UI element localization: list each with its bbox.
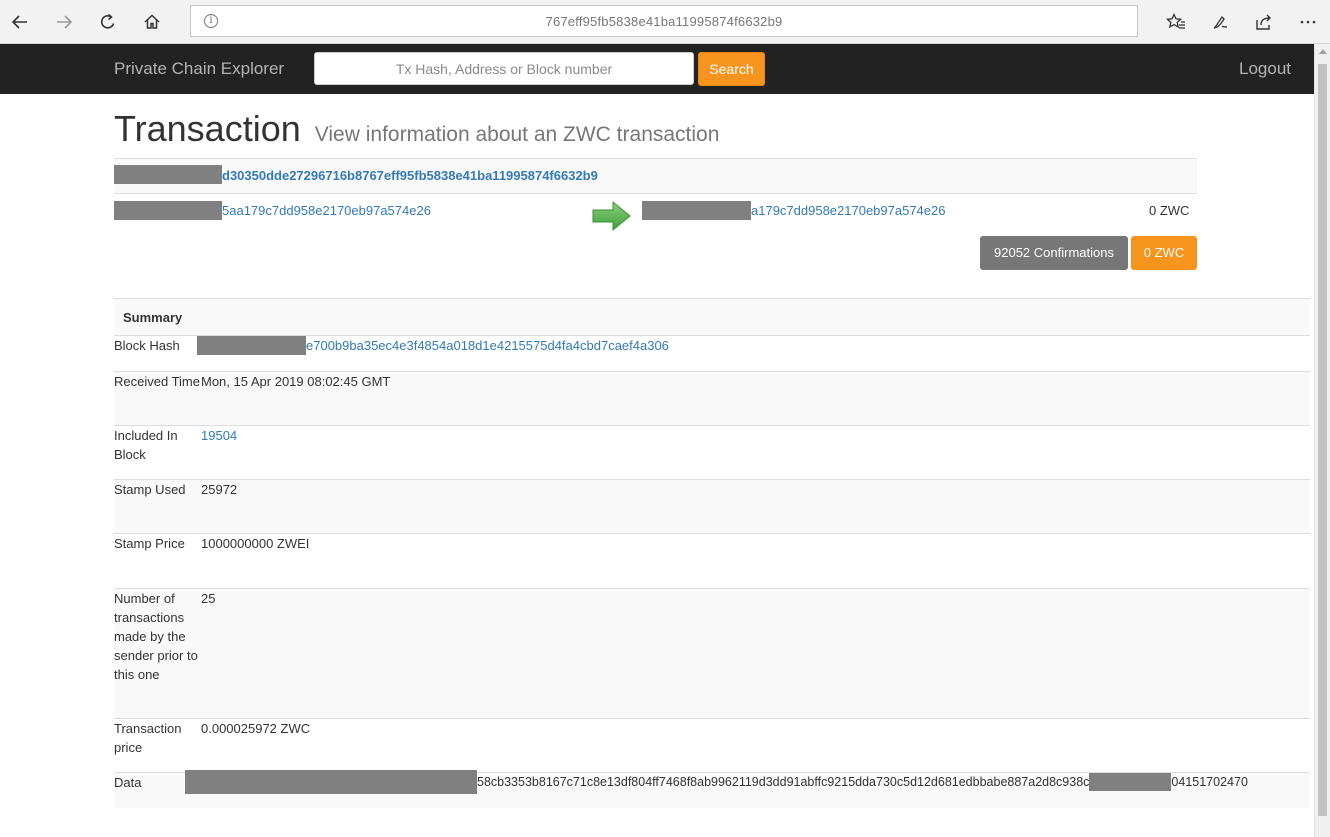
table-row: Included In Block 19504	[114, 425, 1310, 480]
logout-link[interactable]: Logout	[1239, 59, 1291, 79]
table-row: Received Time Mon, 15 Apr 2019 08:02:45 …	[114, 371, 1310, 426]
summary-heading: Summary	[114, 298, 1310, 336]
summary-table: Summary Block Hash e700b9ba35ec4e3f4854a…	[114, 298, 1310, 808]
confirmations-badge: 92052 Confirmations	[980, 236, 1128, 270]
more-icon[interactable]	[1294, 8, 1322, 36]
app-navbar: Private Chain Explorer Search Logout	[0, 44, 1314, 94]
arrow-right-icon	[592, 200, 631, 232]
data-hex-part1: 58cb3353b8167c71c8e13df804ff7468f8ab9962…	[477, 775, 1090, 789]
address-bar[interactable]: i 767eff95fb5838e41ba11995874f6632b9	[190, 5, 1138, 37]
back-icon[interactable]	[6, 8, 34, 36]
refresh-icon[interactable]	[94, 8, 122, 36]
favorites-icon[interactable]	[1162, 8, 1190, 36]
table-row: Block Hash e700b9ba35ec4e3f4854a018d1e42…	[114, 335, 1310, 372]
notes-icon[interactable]	[1206, 8, 1234, 36]
address-url: 767eff95fb5838e41ba11995874f6632b9	[545, 14, 783, 29]
forward-icon[interactable]	[50, 8, 78, 36]
value-badge: 0 ZWC	[1131, 236, 1197, 270]
transaction-value: 0 ZWC	[1149, 203, 1190, 218]
row-label: Stamp Used	[114, 479, 201, 534]
table-row: Stamp Price 1000000000 ZWEI	[114, 533, 1310, 589]
page-title: Transaction View information about an ZW…	[114, 108, 719, 150]
row-value: 0.000025972 ZWC	[201, 718, 1310, 773]
search-input[interactable]	[314, 52, 694, 85]
to-address-link[interactable]: a179c7dd958e2170eb97a574e26	[751, 203, 945, 218]
row-label: Block Hash	[114, 335, 201, 372]
from-address-link[interactable]: 5aa179c7dd958e2170eb97a574e26	[222, 203, 431, 218]
scroll-up-icon[interactable]	[1319, 49, 1327, 54]
block-hash-link[interactable]: e700b9ba35ec4e3f4854a018d1e4215575d4fa4c…	[306, 338, 669, 353]
transaction-hash-link[interactable]: d30350dde27296716b8767eff95fb5838e41ba11…	[222, 168, 598, 183]
table-row: Transaction price 0.000025972 ZWC	[114, 718, 1310, 773]
browser-toolbar: i 767eff95fb5838e41ba11995874f6632b9	[0, 0, 1330, 44]
redaction-block	[114, 165, 222, 184]
row-value: 25972	[201, 479, 1310, 534]
row-label: Received Time	[114, 371, 201, 426]
redaction-block	[114, 201, 222, 220]
row-label: Stamp Price	[114, 533, 201, 589]
block-number-link[interactable]: 19504	[201, 428, 237, 443]
page-subtitle: View information about an ZWC transactio…	[314, 123, 720, 146]
table-row: Data 58cb3353b8167c71c8e13df804ff7468f8a…	[114, 770, 1310, 808]
share-icon[interactable]	[1250, 8, 1278, 36]
redaction-block	[642, 201, 751, 220]
brand-link[interactable]: Private Chain Explorer	[114, 59, 284, 79]
row-value: 58cb3353b8167c71c8e13df804ff7468f8ab9962…	[185, 770, 1310, 808]
row-value: 19504	[201, 425, 1310, 480]
row-value: 25	[201, 588, 1310, 719]
table-row: Stamp Used 25972	[114, 479, 1310, 534]
scroll-thumb[interactable]	[1318, 64, 1327, 816]
page-title-text: Transaction	[114, 108, 301, 149]
row-value: e700b9ba35ec4e3f4854a018d1e4215575d4fa4c…	[197, 335, 1310, 372]
row-value: 1000000000 ZWEI	[201, 533, 1310, 589]
row-label: Number of transactions made by the sende…	[114, 588, 201, 719]
table-row: Number of transactions made by the sende…	[114, 588, 1310, 719]
summary-header-row: Summary	[114, 298, 1310, 336]
redaction-block	[197, 336, 306, 355]
row-value: Mon, 15 Apr 2019 08:02:45 GMT	[201, 371, 1310, 426]
row-label: Included In Block	[114, 425, 201, 480]
page-scrollbar[interactable]	[1314, 44, 1330, 837]
row-label: Transaction price	[114, 718, 201, 773]
home-icon[interactable]	[138, 8, 166, 36]
redaction-block	[1089, 773, 1172, 791]
search-button[interactable]: Search	[698, 52, 765, 86]
redaction-block	[185, 770, 477, 794]
data-hex-part2: 04151702470	[1171, 775, 1248, 789]
